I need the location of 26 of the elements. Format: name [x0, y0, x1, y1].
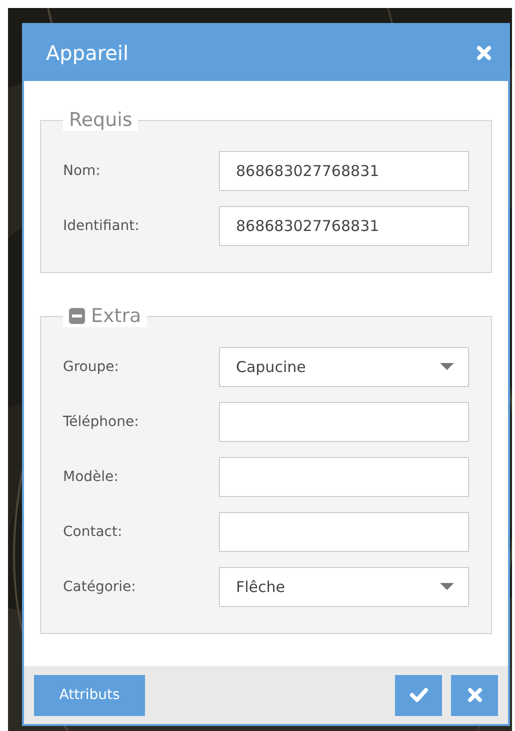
input-field[interactable]: 868683027768831 [219, 151, 469, 191]
field-label: Groupe: [63, 359, 119, 375]
dropdown-field[interactable]: Capucine [219, 347, 469, 387]
close-icon [466, 687, 482, 703]
close-icon [476, 45, 492, 61]
field-label: Nom: [63, 163, 100, 179]
field-label: Téléphone: [63, 414, 139, 430]
input-field[interactable] [219, 512, 469, 552]
field-label: Identifiant: [63, 218, 140, 234]
section-legend: Requis [69, 109, 132, 131]
cancel-button[interactable] [451, 674, 498, 716]
input-field[interactable]: 868683027768831 [219, 206, 469, 246]
section-legend: Extra [91, 305, 142, 327]
input-field[interactable] [219, 457, 469, 497]
caret-icon [440, 583, 454, 591]
collapse-icon[interactable] [69, 308, 85, 324]
confirm-button[interactable] [395, 674, 442, 716]
field-label: Catégorie: [63, 579, 136, 595]
field-label: Modèle: [63, 469, 118, 485]
close-button[interactable] [474, 43, 494, 63]
caret-icon [440, 363, 454, 371]
input-field[interactable] [219, 402, 469, 442]
dialog-title: Appareil [46, 41, 129, 65]
checkmark-icon [408, 687, 428, 703]
field-label: Contact: [63, 524, 122, 540]
dropdown-field[interactable]: Flêche [219, 567, 469, 607]
